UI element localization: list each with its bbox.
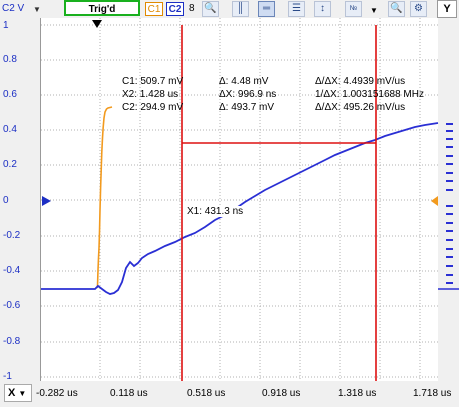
x-axis-dropdown-icon: ▼ bbox=[18, 389, 27, 398]
x-tick: 1.318 us bbox=[338, 388, 377, 399]
x-axis-button-label: X bbox=[8, 387, 16, 399]
readout-x2: X2: 1.428 us bbox=[122, 89, 179, 100]
channel2-offset-marker[interactable] bbox=[42, 196, 51, 206]
readout-freq: 1/ΔX: 1.003151688 MHz bbox=[315, 89, 424, 100]
x-tick: 1.718 us bbox=[413, 388, 452, 399]
readout-rate2: Δ/ΔX: 495.26 mV/us bbox=[315, 102, 406, 113]
channel1-waveform bbox=[96, 106, 113, 289]
readout-x1: X1: 431.3 ns bbox=[186, 206, 245, 217]
x-tick: 0.918 us bbox=[262, 388, 301, 399]
x-tick: 0.518 us bbox=[187, 388, 226, 399]
readout-delta-x: ΔX: 996.9 ns bbox=[219, 89, 277, 100]
readout-rate1: Δ/ΔX: 4.4939 mV/us bbox=[315, 76, 406, 87]
readout-delta2: Δ: 493.7 mV bbox=[219, 102, 275, 113]
x-axis-button[interactable]: X ▼ bbox=[4, 384, 32, 402]
readout-c1: C1: 509.7 mV bbox=[122, 76, 184, 87]
readout-c2: C2: 294.9 mV bbox=[122, 102, 184, 113]
waveform-canvas bbox=[41, 18, 459, 381]
readout-delta1: Δ: 4.48 mV bbox=[219, 76, 269, 87]
x-tick: -0.282 us bbox=[36, 388, 78, 399]
trigger-level-marker[interactable] bbox=[431, 196, 438, 206]
x-tick: 0.118 us bbox=[110, 388, 148, 399]
right-strip-markers bbox=[446, 123, 453, 284]
